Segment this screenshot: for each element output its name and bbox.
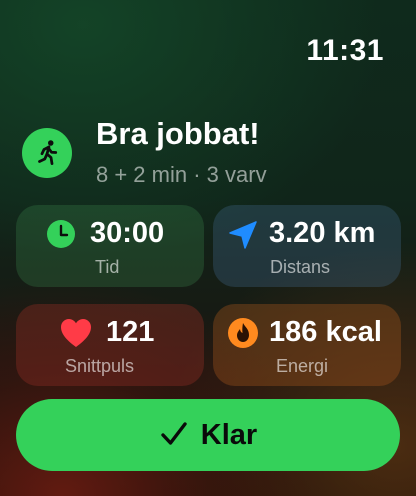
- clock-icon: [46, 219, 76, 254]
- stat-value-time: 30:00: [90, 217, 165, 249]
- stat-tile-heart-rate: 121 Snittpuls: [16, 304, 204, 386]
- stat-label-time: Tid: [95, 257, 120, 277]
- stat-value-energy: 186 kcal: [269, 316, 382, 348]
- checkmark-icon: [159, 419, 189, 452]
- stat-value-heart-rate: 121: [106, 316, 155, 348]
- done-button[interactable]: Klar: [16, 399, 400, 471]
- running-figure-icon: [22, 128, 72, 178]
- stat-label-distance: Distans: [270, 257, 331, 277]
- stat-label-energy: Energi: [276, 356, 329, 376]
- location-arrow-icon: [227, 219, 259, 256]
- flame-icon: [227, 317, 259, 354]
- done-button-label: Klar: [200, 418, 258, 451]
- heart-icon: [60, 318, 92, 353]
- stat-tile-distance: 3.20 km Distans: [213, 205, 401, 287]
- stat-value-distance: 3.20 km: [269, 217, 376, 249]
- stat-tile-time: 30:00 Tid: [16, 205, 204, 287]
- workout-title: Bra jobbat!: [96, 116, 260, 151]
- stat-tile-energy: 186 kcal Energi: [213, 304, 401, 386]
- status-time: 11:31: [306, 34, 384, 67]
- stat-label-heart-rate: Snittpuls: [65, 356, 135, 376]
- workout-subtitle: 8 + 2 min · 3 varv: [96, 162, 267, 187]
